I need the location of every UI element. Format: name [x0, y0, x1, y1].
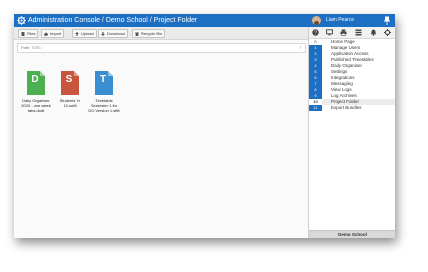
file-type-letter: D [31, 74, 39, 85]
sidebar: ? 0 Home Page 1 Manage Users 2 Applicati… [308, 27, 395, 238]
file-name: Students Yr 10.sutft [59, 98, 81, 108]
window-title: Administration Console / Demo School / P… [28, 17, 198, 24]
import-button[interactable]: Import [41, 29, 65, 38]
menu-item-number: 11 [309, 105, 322, 111]
monitor-icon[interactable] [326, 29, 333, 36]
gear-icon[interactable] [384, 29, 391, 36]
print-icon[interactable] [340, 29, 347, 36]
recycle-bin-button[interactable]: Recycle Bin [132, 29, 166, 38]
file-item-students[interactable]: S Students Yr 10.sutft [54, 71, 86, 108]
file-icon [21, 31, 25, 36]
recycle-bin-button-label: Recycle Bin [141, 31, 163, 36]
upload-icon [75, 31, 79, 36]
bell-icon[interactable] [370, 29, 377, 36]
document-icon: D [27, 71, 45, 95]
document-icon: S [61, 71, 79, 95]
grid-icon[interactable] [355, 29, 362, 36]
file-item-daily-organiser[interactable]: D Daily Organiser 2020 - one week tabs.d… [20, 71, 52, 113]
sidebar-menu: 0 Home Page 1 Manage Users 2 Application… [309, 39, 395, 111]
file-type-letter: S [65, 74, 73, 85]
sidebar-item-export-bundles[interactable]: 11 Export Bundles [309, 105, 395, 111]
help-icon[interactable]: ? [312, 29, 319, 36]
svg-text:?: ? [314, 30, 317, 36]
download-icon [101, 31, 105, 36]
file-name: Timetable Semester 1 for DO Version 1.st… [88, 98, 120, 113]
file-toolbar: Files Import Upload Download Recycle Bin [14, 27, 308, 40]
file-name: Daily Organiser 2020 - one week tabs.dod… [21, 98, 51, 113]
trash-icon [135, 31, 139, 36]
up-arrow-icon[interactable]: ↑ [300, 44, 303, 52]
upload-button-label: Upload [81, 31, 94, 36]
user-avatar[interactable] [312, 16, 321, 25]
path-bar: Path: TGS / ↑ [17, 43, 306, 53]
title-bar: Administration Console / Demo School / P… [14, 14, 395, 27]
cloud-icon [44, 32, 48, 36]
user-name[interactable]: Liam Pearce [326, 15, 354, 26]
pin-icon[interactable] [383, 16, 391, 25]
app-window: Administration Console / Demo School / P… [14, 14, 395, 238]
file-type-letter: T [99, 74, 107, 85]
sidebar-toolbar: ? [309, 27, 395, 39]
file-item-timetable[interactable]: T Timetable Semester 1 for DO Version 1.… [88, 71, 120, 113]
document-icon: T [95, 71, 113, 95]
main-panel: Files Import Upload Download Recycle Bin… [14, 27, 308, 238]
files-button[interactable]: Files [18, 29, 39, 38]
menu-item-label: Export Bundles [331, 105, 362, 110]
download-button[interactable]: Download [98, 29, 128, 38]
import-button-label: Import [50, 31, 62, 36]
files-button-label: Files [27, 31, 36, 36]
download-button-label: Download [107, 31, 125, 36]
upload-button[interactable]: Upload [72, 29, 97, 38]
path-text: Path: TGS / [21, 45, 42, 50]
settings-gear-icon[interactable] [17, 16, 26, 25]
school-name-footer: Demo School [309, 230, 395, 238]
